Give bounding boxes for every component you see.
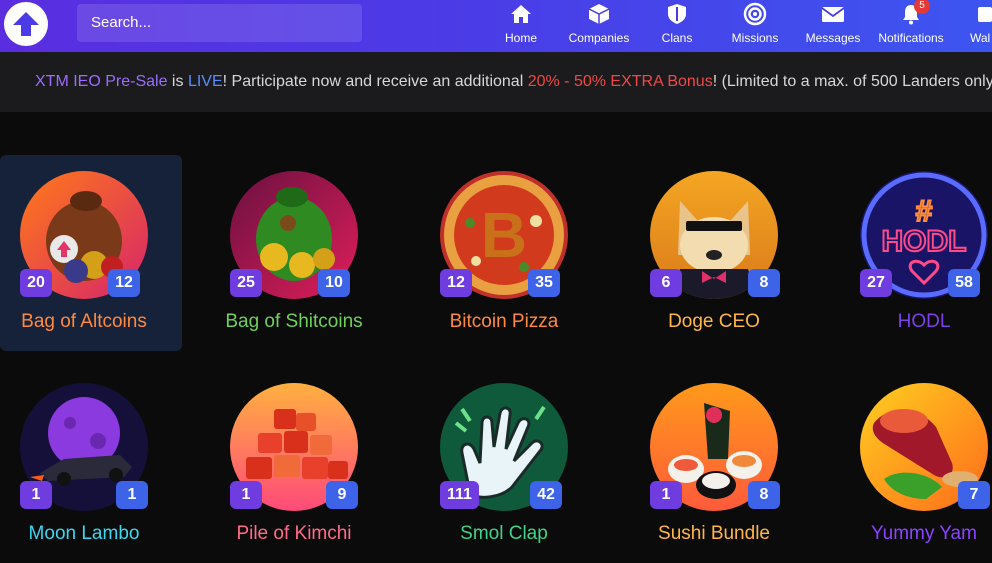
- stat-left-badge: 1: [20, 481, 52, 509]
- svg-text:B: B: [481, 199, 527, 271]
- item-name: Bag of Altcoins: [21, 311, 147, 332]
- envelope-icon: [821, 0, 845, 28]
- announcement-text: is: [167, 73, 188, 90]
- stat-right-badge: 10: [318, 269, 350, 297]
- notification-count-badge: 5: [914, 0, 930, 14]
- nav-notifications[interactable]: 5 Notifications: [876, 0, 946, 52]
- stat-right-badge: 7: [958, 481, 990, 509]
- announcement-text: ! Participate now and receive an additio…: [222, 73, 528, 90]
- stat-left-badge: 27: [860, 269, 892, 297]
- nav-missions[interactable]: Missions: [729, 0, 781, 52]
- stat-left-badge: 111: [440, 481, 479, 509]
- nav-clans[interactable]: Clans: [660, 0, 694, 52]
- stat-left-badge: 20: [20, 269, 52, 297]
- item-name: Doge CEO: [668, 311, 760, 332]
- item-card[interactable]: B 12 35 Bitcoin Pizza: [420, 155, 602, 351]
- stat-left-badge: 25: [230, 269, 262, 297]
- stat-right-badge: 8: [748, 481, 780, 509]
- item-card[interactable]: 7 Yummy Yam: [840, 367, 992, 563]
- item-card[interactable]: 1 1 Moon Lambo: [0, 367, 182, 563]
- nav-label: Companies: [568, 31, 630, 45]
- bonus-text: 20% - 50% EXTRA Bonus: [527, 73, 713, 90]
- stat-right-badge: 12: [108, 269, 140, 297]
- item-name: Yummy Yam: [871, 523, 977, 544]
- stat-right-badge: 42: [530, 481, 562, 509]
- search-input[interactable]: Search...: [77, 4, 362, 42]
- box-icon: [588, 0, 610, 28]
- item-card[interactable]: 1 8 Sushi Bundle: [630, 367, 812, 563]
- stat-right-badge: 8: [748, 269, 780, 297]
- item-name: Sushi Bundle: [658, 523, 770, 544]
- stat-left-badge: 6: [650, 269, 682, 297]
- announcement-text: ! (Limited to a max. of 500 Landers only…: [712, 73, 992, 90]
- nav-wallet[interactable]: Wal: [970, 0, 992, 52]
- stat-right-badge: 58: [948, 269, 980, 297]
- item-name: Smol Clap: [460, 523, 548, 544]
- live-text: LIVE: [187, 73, 223, 90]
- item-card[interactable]: 25 10 Bag of Shitcoins: [210, 155, 392, 351]
- item-name: Bitcoin Pizza: [449, 311, 559, 332]
- stat-left-badge: 12: [440, 269, 472, 297]
- stat-right-badge: 35: [528, 269, 560, 297]
- item-card[interactable]: 6 8 Doge CEO: [630, 155, 812, 351]
- stat-left-badge: 1: [230, 481, 262, 509]
- item-name: Bag of Shitcoins: [225, 311, 363, 332]
- shield-icon: [666, 0, 688, 28]
- nav-companies[interactable]: Companies: [568, 0, 630, 52]
- wallet-icon: [970, 0, 992, 28]
- item-card[interactable]: # HODL 27 58 HODL: [840, 155, 992, 351]
- logo-icon[interactable]: [4, 2, 48, 46]
- item-card[interactable]: 1 9 Pile of Kimchi: [210, 367, 392, 563]
- nav-messages[interactable]: Messages: [804, 0, 862, 52]
- nav-label: Clans: [661, 31, 693, 45]
- item-name: Moon Lambo: [28, 523, 140, 544]
- svg-text:#: #: [916, 195, 933, 228]
- top-navigation-bar: Search... Home Companies Clans Missions …: [0, 0, 992, 52]
- announcement-banner: XTM IEO Pre-Sale is LIVE! Participate no…: [0, 52, 992, 112]
- item-name: Pile of Kimchi: [236, 523, 352, 544]
- nav-label: Wal: [970, 31, 991, 45]
- bell-icon: 5: [900, 0, 930, 28]
- nav-label: Missions: [731, 31, 779, 45]
- svg-text:HODL: HODL: [882, 225, 967, 258]
- nav-home[interactable]: Home: [505, 0, 537, 52]
- item-card[interactable]: 20 12 Bag of Altcoins: [0, 155, 182, 351]
- nav-label: Messages: [805, 31, 861, 45]
- stat-right-badge: 9: [326, 481, 358, 509]
- item-name: HODL: [897, 311, 951, 332]
- home-icon: [510, 0, 532, 28]
- stat-left-badge: 1: [650, 481, 682, 509]
- nav-label: Notifications: [878, 31, 944, 45]
- target-icon: [743, 0, 767, 28]
- ieo-link[interactable]: XTM IEO Pre-Sale: [35, 73, 167, 90]
- nav-label: Home: [505, 31, 538, 45]
- stat-right-badge: 1: [116, 481, 148, 509]
- item-card[interactable]: 111 42 Smol Clap: [420, 367, 602, 563]
